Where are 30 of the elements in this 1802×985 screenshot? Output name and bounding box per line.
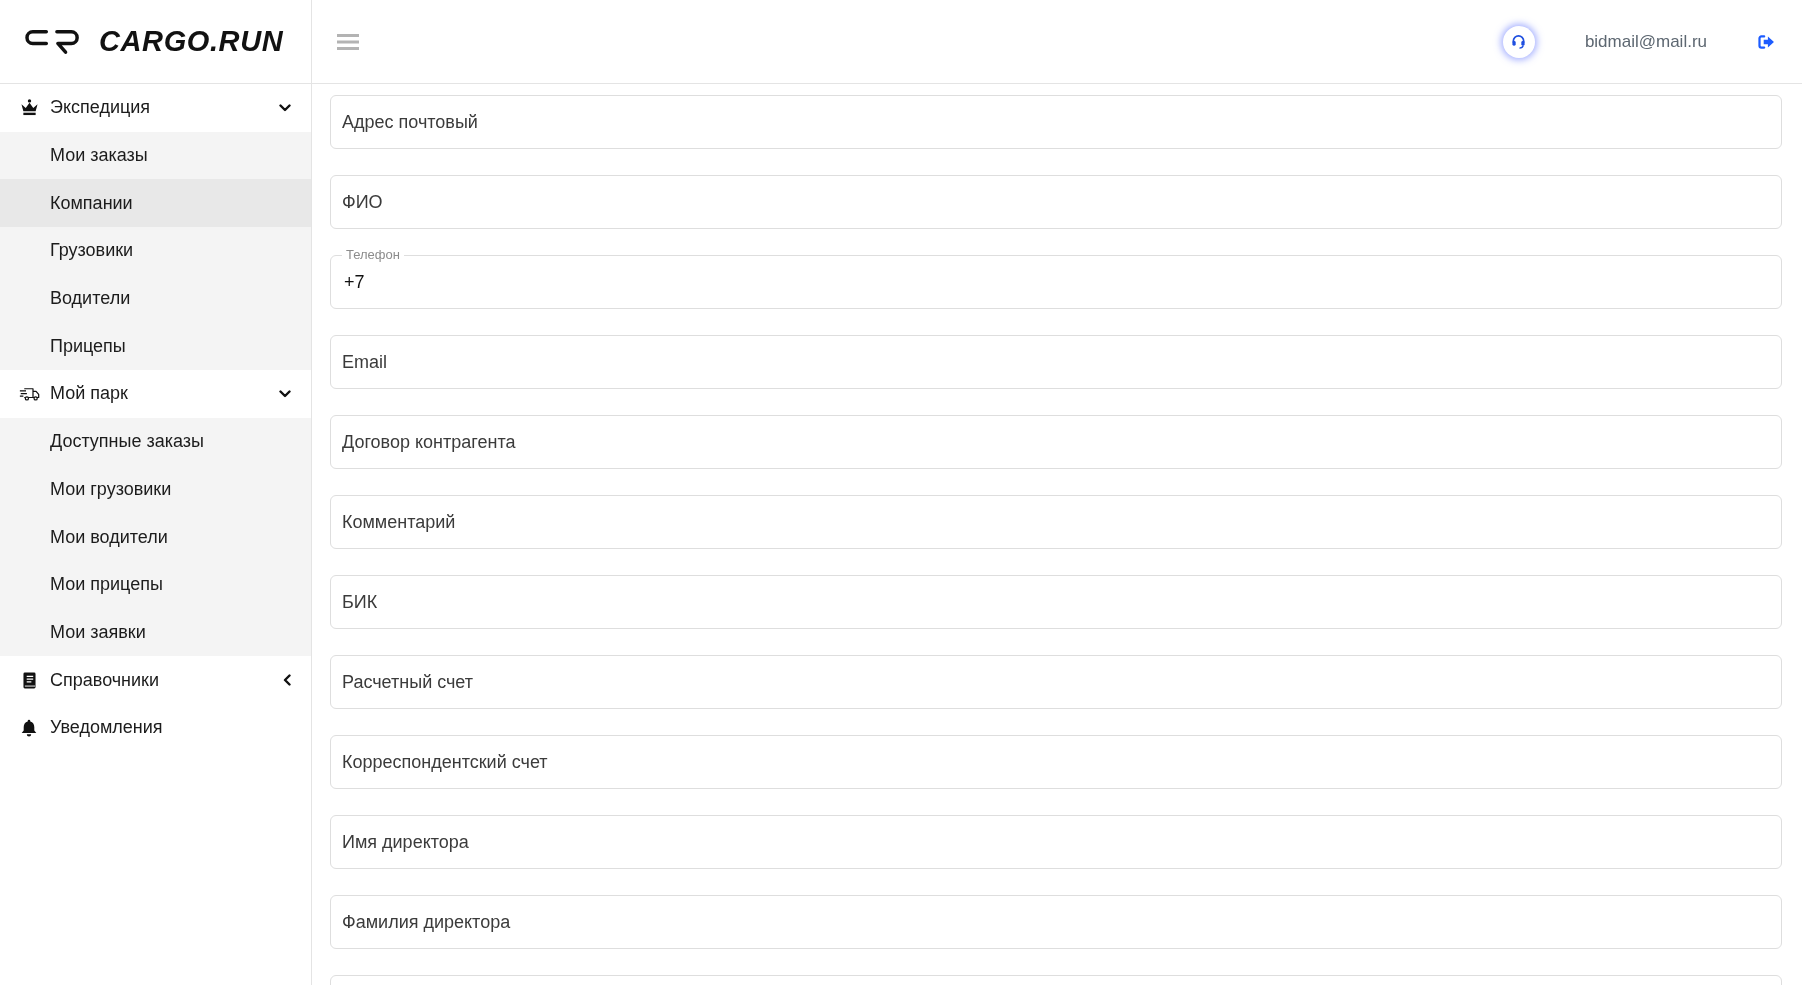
nav-item[interactable]: Доступные заказы bbox=[0, 417, 311, 466]
nav-item[interactable]: Мои заказы bbox=[0, 131, 311, 180]
input-field[interactable]: Фамилия директора bbox=[330, 895, 1782, 949]
input-field[interactable]: Корреспондентский счет bbox=[330, 735, 1782, 789]
field-label: Телефон bbox=[342, 247, 404, 262]
input-field[interactable]: Расчетный счет bbox=[330, 655, 1782, 709]
nav-item[interactable]: Мои грузовики bbox=[0, 465, 311, 514]
input-field[interactable]: Имя директора bbox=[330, 815, 1782, 869]
brand-name: CARGO.RUN bbox=[99, 25, 284, 58]
user-email[interactable]: bidmail@mail.ru bbox=[1584, 31, 1707, 52]
input-field[interactable]: Email bbox=[330, 335, 1782, 389]
crown-icon bbox=[19, 99, 39, 117]
book-icon bbox=[22, 671, 36, 689]
nav-item[interactable]: Грузовики bbox=[0, 227, 311, 275]
nav-item[interactable]: Мои заявки bbox=[0, 608, 311, 657]
nav-item[interactable]: Мои водители bbox=[0, 513, 311, 561]
nav-item[interactable]: Компании bbox=[0, 179, 311, 228]
input-field[interactable]: БИК bbox=[330, 575, 1782, 629]
bell-icon bbox=[21, 718, 37, 737]
input-field[interactable]: Договор контрагента bbox=[330, 415, 1782, 469]
nav-item[interactable]: Водители bbox=[0, 274, 311, 323]
nav-item[interactable]: Прицепы bbox=[0, 322, 311, 371]
headset-icon bbox=[1511, 34, 1527, 49]
support-button[interactable] bbox=[1502, 25, 1535, 58]
input-field[interactable]: Комментарий bbox=[330, 495, 1782, 549]
nav-item[interactable]: Мои прицепы bbox=[0, 560, 311, 609]
truck-icon bbox=[18, 386, 40, 401]
input-field[interactable]: Адрес почтовый bbox=[330, 95, 1782, 149]
logout-icon[interactable] bbox=[1758, 34, 1775, 49]
input-field[interactable]: ФИО bbox=[330, 175, 1782, 229]
